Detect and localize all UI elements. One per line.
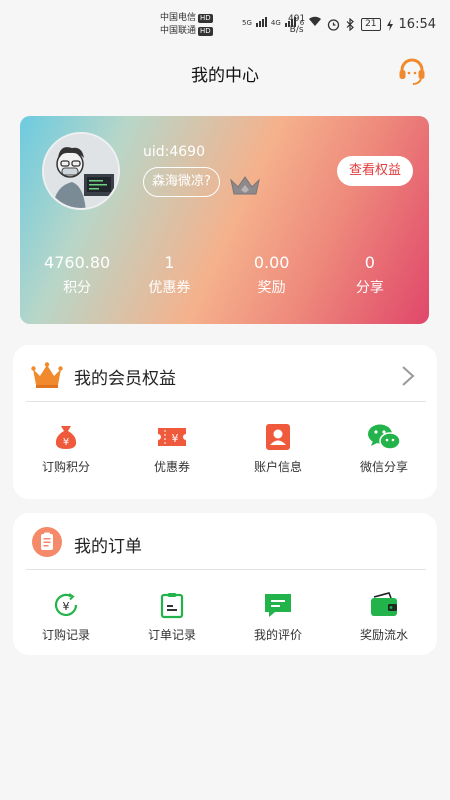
customer-service-button[interactable] xyxy=(396,56,428,88)
wechat-share-item[interactable]: 微信分享 xyxy=(331,423,437,475)
profile-stats: 4760.80 积分 1 优惠券 0.00 奖励 0 分享 xyxy=(20,252,429,299)
battery-icon: 21 xyxy=(361,18,381,31)
stat-rewards-value: 0.00 xyxy=(253,253,290,272)
stat-coupons-value: 1 xyxy=(164,253,175,272)
membership-section: 我的会员权益 ¥ 订购积分 ¥ 优惠券 账户信息 微信分享 xyxy=(13,345,437,499)
crown-icon xyxy=(31,362,63,388)
carrier-1: 中国电信 xyxy=(160,13,197,23)
order-list-icon xyxy=(32,527,62,557)
wifi-icon xyxy=(309,16,322,26)
page-title: 我的中心 xyxy=(191,66,259,86)
money-bag-icon: ¥ xyxy=(55,426,77,449)
purchase-record-label: 订购记录 xyxy=(41,628,90,642)
ticket-icon: ¥ xyxy=(158,428,186,446)
svg-text:¥: ¥ xyxy=(63,600,70,613)
signal-icons: 5G 4G 6 xyxy=(242,16,322,27)
membership-title: 我的会员权益 xyxy=(74,369,176,389)
orders-section: 我的订单 ¥ 订购记录 订单记录 我的评价 奖励流水 xyxy=(13,513,437,655)
orders-grid: ¥ 订购记录 订单记录 我的评价 奖励流水 xyxy=(13,591,437,643)
account-info-item[interactable]: 账户信息 xyxy=(225,423,331,475)
user-id: uid:4690 xyxy=(143,144,205,160)
carrier-info: 中国电信 HD 中国联通 HD xyxy=(160,12,213,38)
my-reviews-label: 我的评价 xyxy=(253,628,302,642)
wechat-icon xyxy=(368,424,401,450)
view-rights-button[interactable]: 查看权益 xyxy=(337,156,413,186)
order-record-label: 订单记录 xyxy=(147,628,196,642)
clock-time: 16:54 xyxy=(398,17,436,32)
speed-unit: B/s xyxy=(289,25,304,35)
stat-coupons[interactable]: 1 优惠券 xyxy=(118,252,220,299)
order-points-item[interactable]: ¥ 订购积分 xyxy=(13,423,119,475)
network-speed: 491 B/s xyxy=(288,14,305,36)
stat-shares-label: 分享 xyxy=(355,280,384,296)
coupon-item[interactable]: ¥ 优惠券 xyxy=(119,423,225,475)
profile-card: uid:4690 森海微凉? 查看权益 4760.80 积分 1 优惠券 0.0… xyxy=(20,116,429,324)
orders-title: 我的订单 xyxy=(74,537,142,557)
header: 我的中心 xyxy=(0,48,450,96)
purchase-record-item[interactable]: ¥ 订购记录 xyxy=(13,591,119,643)
order-record-item[interactable]: 订单记录 xyxy=(119,591,225,643)
net-4g: 4G xyxy=(270,19,281,27)
stat-rewards[interactable]: 0.00 奖励 xyxy=(221,252,323,299)
status-bar: 中国电信 HD 中国联通 HD 5G 4G 6 491 B/s 21 16:54 xyxy=(0,0,450,48)
stat-coupons-label: 优惠券 xyxy=(148,280,191,296)
avatar-image xyxy=(44,134,118,208)
bluetooth-icon xyxy=(346,18,354,31)
order-points-label: 订购积分 xyxy=(41,460,90,474)
carrier-2: 中国联通 xyxy=(160,26,197,36)
wallet-icon xyxy=(371,592,397,616)
reward-flow-item[interactable]: 奖励流水 xyxy=(331,591,437,643)
account-info-label: 账户信息 xyxy=(253,460,302,474)
nickname[interactable]: 森海微凉? xyxy=(143,167,220,197)
stat-shares[interactable]: 0 分享 xyxy=(319,252,421,299)
my-reviews-item[interactable]: 我的评价 xyxy=(225,591,331,643)
hd-badge-1: HD xyxy=(198,14,213,23)
stat-points[interactable]: 4760.80 积分 xyxy=(26,252,128,299)
membership-grid: ¥ 订购积分 ¥ 优惠券 账户信息 微信分享 xyxy=(13,423,437,475)
speed-value: 491 xyxy=(288,14,306,24)
net-5g: 5G xyxy=(242,19,252,27)
clipboard-icon xyxy=(160,593,184,619)
avatar[interactable] xyxy=(42,132,120,210)
wechat-share-label: 微信分享 xyxy=(359,460,408,474)
status-right: 21 16:54 xyxy=(327,17,436,32)
stat-points-value: 4760.80 xyxy=(44,253,111,272)
stat-shares-value: 0 xyxy=(364,253,375,272)
user-card-icon xyxy=(266,424,290,450)
orders-header: 我的订单 xyxy=(13,513,437,569)
chevron-right-icon[interactable] xyxy=(401,365,415,387)
membership-header[interactable]: 我的会员权益 xyxy=(13,345,437,401)
hd-badge-2: HD xyxy=(198,27,213,36)
stat-points-label: 积分 xyxy=(63,280,92,296)
alarm-icon xyxy=(327,19,340,31)
headset-icon xyxy=(399,58,425,85)
yen-record-icon: ¥ xyxy=(54,593,78,617)
divider xyxy=(26,569,426,570)
svg-text:¥: ¥ xyxy=(172,432,179,445)
stat-rewards-label: 奖励 xyxy=(257,280,286,296)
signal-bars-icon xyxy=(255,17,267,27)
coupon-label: 优惠券 xyxy=(153,460,190,474)
divider xyxy=(26,401,426,402)
svg-text:¥: ¥ xyxy=(63,437,69,448)
reward-flow-label: 奖励流水 xyxy=(359,628,408,642)
vip-crown-icon xyxy=(230,176,260,195)
charging-icon xyxy=(386,18,393,31)
comment-icon xyxy=(265,594,291,617)
